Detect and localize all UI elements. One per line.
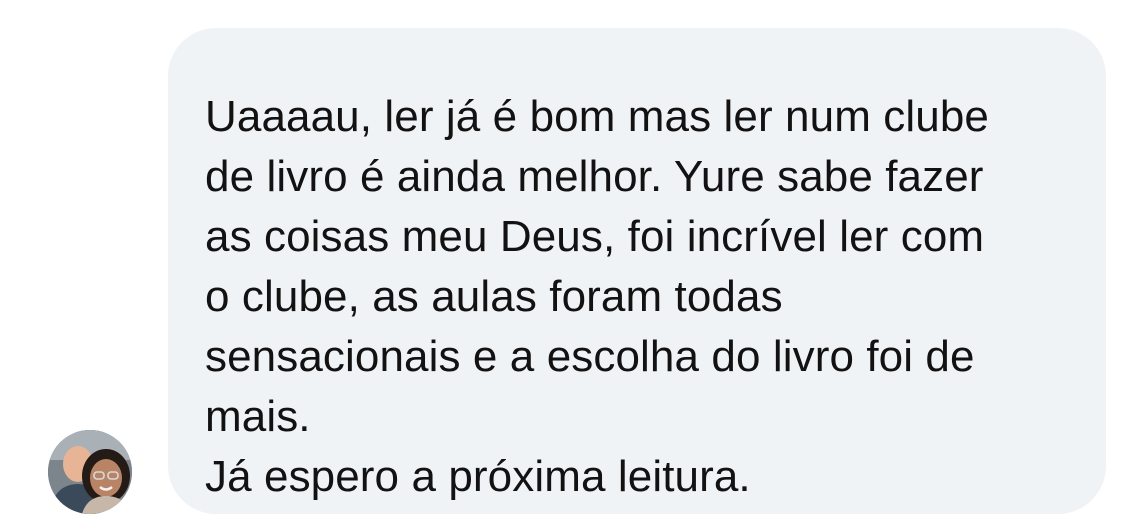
avatar[interactable] [48,430,132,514]
message-line: mais. [205,392,311,441]
message-line: Uaaaau, ler já é bom mas ler num clube [205,92,989,141]
message-line: Já espero a próxima leitura. [205,452,751,501]
message-thread: Uaaaau, ler já é bom mas ler num clube d… [0,0,1146,531]
message-line: de livro é ainda melhor. Yure sabe fazer [205,152,984,201]
profile-photo-avatar-icon [48,430,132,514]
message-line: sensacionais e a escolha do livro foi de [205,332,975,381]
message-text: Uaaaau, ler já é bom mas ler num clube d… [205,87,1076,507]
message-bubble[interactable]: Uaaaau, ler já é bom mas ler num clube d… [168,28,1106,514]
message-line: as coisas meu Deus, foi incrível ler com [205,212,985,261]
message-line: o clube, as aulas foram todas [205,272,783,321]
